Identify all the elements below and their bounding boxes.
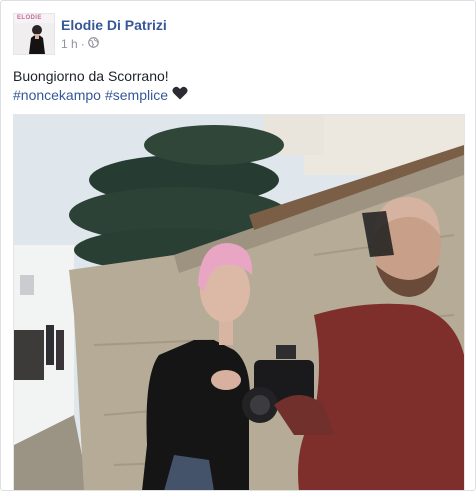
hashtag-noncekampo[interactable]: #noncekampo [13,86,101,105]
post-timestamp[interactable]: 1 h [61,37,78,51]
globe-icon[interactable] [87,37,99,51]
author-name[interactable]: Elodie Di Patrizi [61,17,167,33]
post-header: ELODIE Elodie Di Patrizi 1 h · [13,13,463,55]
avatar-brand-text: ELODIE [17,15,42,21]
black-heart-icon [172,86,188,105]
hashtag-semplice[interactable]: #semplice [105,86,168,105]
photo-scene [14,115,464,490]
post-message: Buongiorno da Scorrano! [13,68,169,84]
post-meta: 1 h · [61,37,99,51]
post-photo[interactable] [13,114,465,490]
post-text: Buongiorno da Scorrano! #noncekampo #sem… [13,67,463,105]
facebook-post: ELODIE Elodie Di Patrizi 1 h · Buongiorn… [0,0,476,491]
hashtag-line: #noncekampo #semplice [13,86,463,105]
meta-separator: · [80,37,85,51]
profile-avatar[interactable]: ELODIE [13,13,55,55]
